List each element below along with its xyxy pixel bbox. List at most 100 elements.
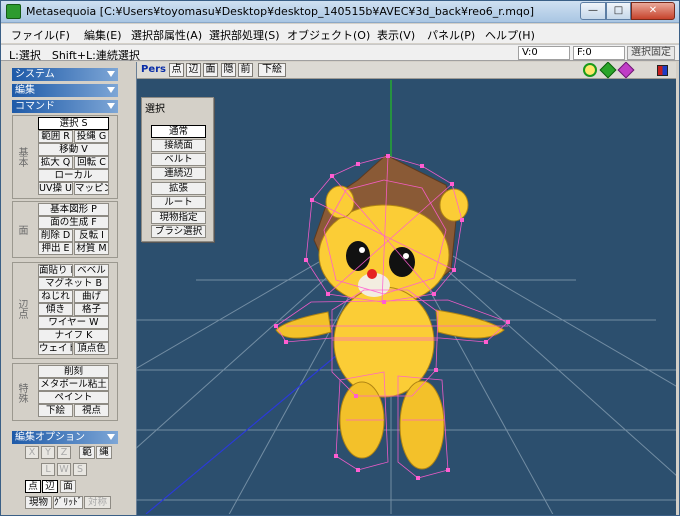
view-underlay-toggle[interactable]: 下絵 <box>258 63 286 77</box>
extrude-button[interactable]: 押出 E <box>38 242 73 255</box>
section-edit[interactable]: 編集 <box>12 84 118 97</box>
maximize-button[interactable]: □ <box>606 2 631 20</box>
grid-toggle[interactable]: ｸﾞﾘｯﾄﾞ <box>53 496 83 509</box>
delete-button[interactable]: 削除 D <box>38 229 73 242</box>
close-button[interactable]: ✕ <box>631 2 675 20</box>
menu-selection-process[interactable]: 選択部処理(S) <box>209 27 280 43</box>
paint-button[interactable]: ペイント <box>38 391 109 404</box>
menu-help[interactable]: ヘルプ(H) <box>485 27 535 43</box>
local-coord-toggle[interactable]: L <box>41 463 55 476</box>
menu-file[interactable]: ファイル(F) <box>11 27 70 43</box>
wire-button[interactable]: ワイヤー W <box>38 316 109 329</box>
menu-edit[interactable]: 編集(E) <box>84 27 122 43</box>
uv-button[interactable]: UV操 U <box>38 182 73 195</box>
symmetry-toggle[interactable]: 対称 <box>84 496 111 509</box>
view-points-toggle[interactable]: 点 <box>169 63 184 77</box>
menu-bar: ファイル(F) 編集(E) 選択部属性(A) 選択部処理(S) オブジェクト(O… <box>1 24 679 43</box>
status-bar: L:選択 Shift+L:連続選択 V:0 F:0 選択固定 <box>1 44 679 62</box>
lasso-button[interactable]: 投縄 G <box>74 130 109 143</box>
selection-lock-button[interactable]: 選択固定 <box>627 46 675 60</box>
app-logo-icon <box>6 4 21 19</box>
sculpt-button[interactable]: 削刻 <box>38 365 109 378</box>
menu-selection-attr[interactable]: 選択部属性(A) <box>131 27 202 43</box>
move-button[interactable]: 移動 V <box>38 143 109 156</box>
axis-x-toggle[interactable]: X <box>25 446 39 459</box>
viewpoint-button[interactable]: 視点 <box>74 404 109 417</box>
title-bar[interactable]: Metasequoia [C:¥Users¥toyomasu¥Desktop¥d… <box>1 1 679 23</box>
world-coord-toggle[interactable]: W <box>57 463 71 476</box>
group-special: 特殊 削刻 メタボール粘土 ペイント 下絵 視点 <box>12 363 118 421</box>
lion-model[interactable] <box>275 154 505 470</box>
status-hint: L:選択 Shift+L:連続選択 <box>9 49 140 62</box>
select-panel-title: 選択 <box>145 104 165 115</box>
point-mode-toggle[interactable]: 点 <box>25 480 41 493</box>
rotate-view-icon[interactable] <box>617 62 635 79</box>
lattice-button[interactable]: 格子 <box>74 303 109 316</box>
section-edit-options[interactable]: 編集オプション <box>12 431 118 444</box>
select-belt-button[interactable]: ベルト <box>151 153 206 166</box>
select-connected-button[interactable]: 接続面 <box>151 139 206 152</box>
scene-canvas[interactable] <box>136 80 676 514</box>
select-brush-button[interactable]: ブラシ選択 <box>151 225 206 238</box>
create-face-button[interactable]: 面の生成 F <box>38 216 109 229</box>
face-paste-button[interactable]: 面貼り H <box>38 264 73 277</box>
face-mode-toggle[interactable]: 面 <box>60 480 76 493</box>
select-normal-button[interactable]: 通常 <box>151 125 206 138</box>
view-faces-toggle[interactable]: 面 <box>203 63 218 77</box>
mapping-button[interactable]: マッピング <box>74 182 109 195</box>
select-panel: 選択 通常 接続面 ベルト 連続辺 拡張 ルート 現物指定 ブラシ選択 <box>141 97 214 242</box>
range-button[interactable]: 範囲 R <box>38 130 73 143</box>
scale-button[interactable]: 拡大 Q <box>38 156 73 169</box>
menu-panel[interactable]: パネル(P) <box>427 27 475 43</box>
face-count: F:0 <box>573 46 625 60</box>
app-window: Metasequoia [C:¥Users¥toyomasu¥Desktop¥d… <box>0 0 680 516</box>
option-lasso-toggle[interactable]: 縄 <box>96 446 112 459</box>
group-basic-label: 基本 <box>16 147 27 167</box>
menu-view[interactable]: 表示(V) <box>377 27 415 43</box>
tilt-button[interactable]: 傾き <box>38 303 73 316</box>
twist-button[interactable]: ねじれ <box>38 290 73 303</box>
section-command[interactable]: コマンド <box>12 100 118 113</box>
flip-button[interactable]: 反転 I <box>74 229 109 242</box>
section-system[interactable]: システム <box>12 68 118 81</box>
minimize-button[interactable]: — <box>580 2 606 20</box>
current-object-toggle[interactable]: 現物 <box>25 496 52 509</box>
weight-button[interactable]: ウェイト <box>38 342 73 355</box>
zoom-icon[interactable] <box>583 63 597 77</box>
primitive-button[interactable]: 基本図形 P <box>38 203 109 216</box>
axis-y-toggle[interactable]: Y <box>41 446 55 459</box>
select-button[interactable]: 選択 S <box>38 117 109 130</box>
vertex-count: V:0 <box>518 46 570 60</box>
bend-button[interactable]: 曲げ <box>74 290 109 303</box>
group-vertex: 辺点 面貼り H ベベル マグネット B ねじれ 曲げ 傾き 格子 ワイヤー W… <box>12 262 118 359</box>
group-face-label: 面 <box>16 225 27 235</box>
group-basic: 基本 選択 S 範囲 R 投縄 G 移動 V 拡大 Q 回転 C ローカル UV… <box>12 115 118 199</box>
knife-button[interactable]: ナイフ K <box>38 329 109 342</box>
rotate-button[interactable]: 回転 C <box>74 156 109 169</box>
edge-mode-toggle[interactable]: 辺 <box>42 480 58 493</box>
view-hidden-toggle[interactable]: 隠 <box>221 63 236 77</box>
perspective-label[interactable]: Pers <box>141 64 166 75</box>
metaball-button[interactable]: メタボール粘土 <box>38 378 109 391</box>
select-current-object-button[interactable]: 現物指定 <box>151 211 206 224</box>
view-edges-toggle[interactable]: 辺 <box>186 63 201 77</box>
group-special-label: 特殊 <box>16 383 27 403</box>
menu-object[interactable]: オブジェクト(O) <box>287 27 370 43</box>
axis-z-toggle[interactable]: Z <box>57 446 71 459</box>
option-range-toggle[interactable]: 範 <box>79 446 95 459</box>
local-button[interactable]: ローカル <box>38 169 109 182</box>
material-button[interactable]: 材質 M <box>74 242 109 255</box>
magnet-button[interactable]: マグネット B <box>38 277 109 290</box>
bevel-button[interactable]: ベベル <box>74 264 109 277</box>
select-edge-loop-button[interactable]: 連続辺 <box>151 167 206 180</box>
screen-coord-toggle[interactable]: S <box>73 463 87 476</box>
command-panel: システム 編集 コマンド 基本 選択 S 範囲 R 投縄 G 移動 V 拡大 Q… <box>12 65 119 514</box>
vertex-color-button[interactable]: 頂点色 <box>74 342 109 355</box>
underlay-button[interactable]: 下絵 <box>38 404 73 417</box>
color-palette-icon[interactable] <box>657 65 668 76</box>
select-route-button[interactable]: ルート <box>151 196 206 209</box>
view-front-toggle[interactable]: 前 <box>238 63 253 77</box>
group-face: 面 基本図形 P 面の生成 F 削除 D 反転 I 押出 E 材質 M <box>12 201 118 258</box>
select-expand-button[interactable]: 拡張 <box>151 182 206 195</box>
pan-icon[interactable] <box>599 62 617 79</box>
